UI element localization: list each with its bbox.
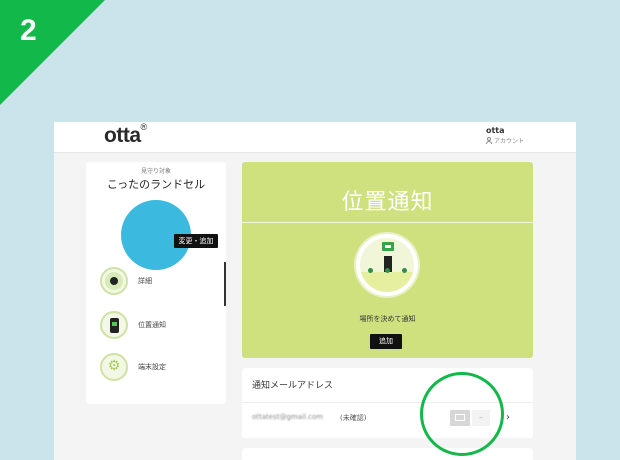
- sidebar-item-label: 詳細: [138, 277, 152, 285]
- mail-icon: [382, 242, 394, 251]
- location-illustration: [356, 234, 418, 296]
- email-address: ottatest@gmail.com: [252, 413, 324, 421]
- person-icon: [485, 137, 492, 144]
- sidebar-item-label: 端末設定: [138, 363, 166, 371]
- logo-mark: ®: [140, 122, 148, 132]
- account-link[interactable]: アカウント: [485, 136, 524, 145]
- phone-icon: [100, 311, 128, 339]
- pin-icon: [368, 268, 373, 273]
- sidebar-caption: 見守り対象: [140, 168, 171, 175]
- active-indicator: [224, 262, 226, 306]
- card-title: 通知メールアドレス: [252, 381, 334, 391]
- account-sub-label: アカウント: [493, 138, 524, 145]
- location-alert-panel: 位置通知 場所を決めて通知 追加: [242, 162, 533, 358]
- email-status: (未確認): [340, 414, 367, 422]
- chevron-right-icon[interactable]: ›: [506, 412, 510, 423]
- panel-description: 場所を決めて通知: [359, 315, 416, 323]
- sidebar-item-label: 位置通知: [138, 321, 166, 329]
- map-icon: [100, 267, 128, 295]
- illustration-ground: [360, 272, 414, 292]
- logo-text: otta: [104, 124, 141, 147]
- account-menu[interactable]: otta アカウント: [485, 126, 524, 145]
- step-number: 2: [20, 14, 37, 47]
- pin-icon: [402, 268, 407, 273]
- sidebar-item-device-settings[interactable]: 端末設定: [100, 352, 210, 382]
- step-corner: [0, 0, 105, 105]
- sidebar: 見守り対象 こったのランドセル 変更・追加 詳細 位置通知 端末設定: [86, 162, 226, 404]
- highlight-circle: [420, 372, 504, 456]
- edit-child-button[interactable]: 変更・追加: [174, 234, 218, 248]
- next-card: [242, 448, 533, 460]
- pin-icon: [385, 268, 390, 273]
- gear-icon: [100, 353, 128, 381]
- divider: [242, 222, 533, 223]
- add-location-button[interactable]: 追加: [370, 334, 402, 349]
- page-title: 位置通知: [341, 190, 434, 215]
- topbar: otta® otta アカウント: [54, 122, 576, 153]
- illustration-scene: [360, 238, 414, 292]
- sidebar-item-location-alert[interactable]: 位置通知: [100, 310, 210, 340]
- child-name: こったのランドセル: [106, 178, 206, 191]
- logo[interactable]: otta®: [104, 122, 148, 148]
- sidebar-item-details[interactable]: 詳細: [100, 266, 210, 296]
- account-name: otta: [485, 126, 505, 135]
